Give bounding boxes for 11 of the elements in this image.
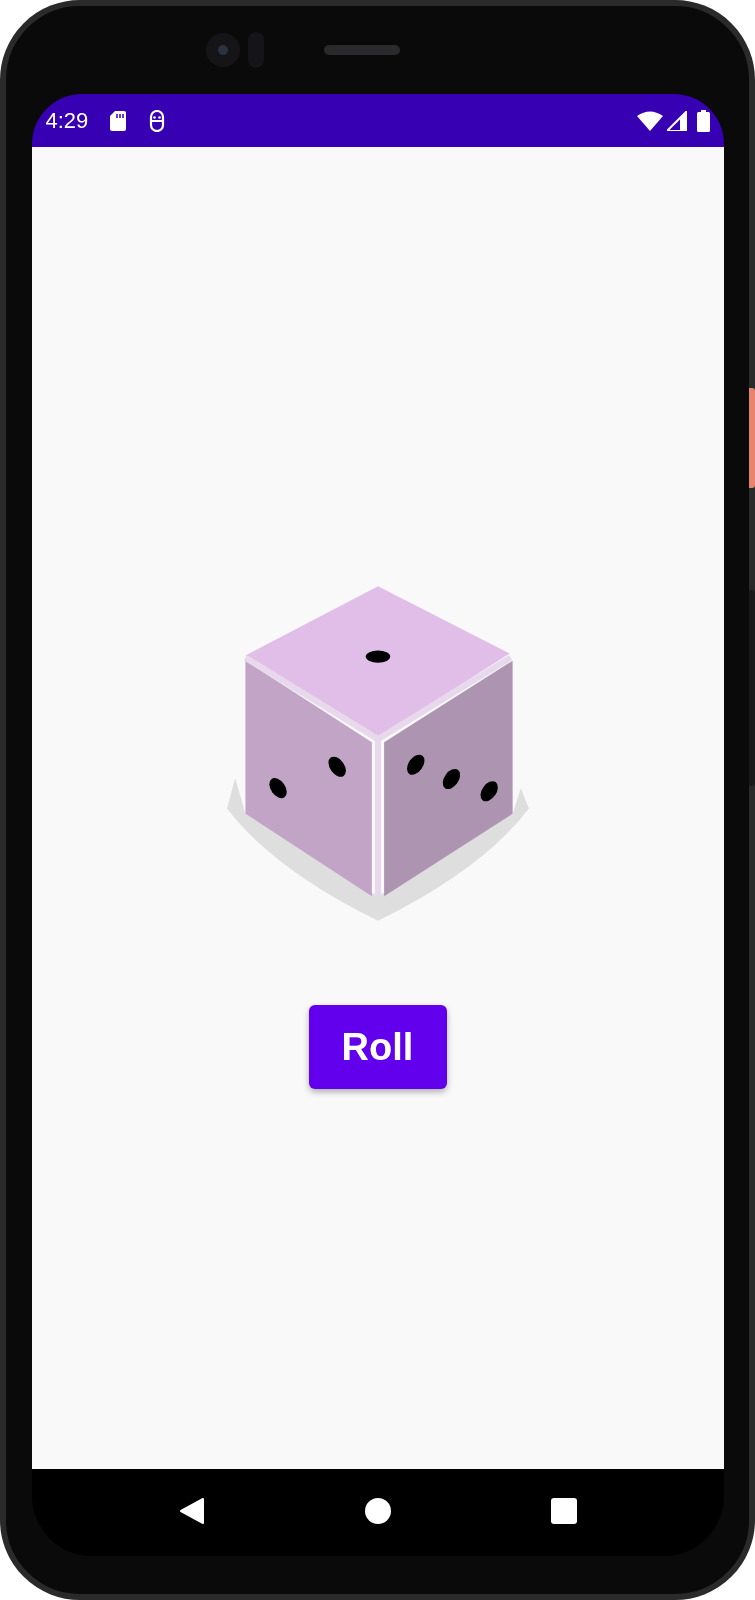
recents-icon[interactable] [550, 1497, 577, 1524]
clock-time: 4:29 [45, 107, 89, 135]
signal-icon [666, 110, 687, 131]
home-icon[interactable] [364, 1497, 391, 1524]
back-icon[interactable] [178, 1496, 205, 1525]
roll-button[interactable]: Roll [308, 1005, 447, 1089]
battery-icon [696, 109, 710, 132]
sd-card-icon [110, 110, 127, 131]
camera-icon [205, 33, 240, 67]
robot-icon [148, 109, 167, 132]
wifi-icon [636, 110, 663, 131]
